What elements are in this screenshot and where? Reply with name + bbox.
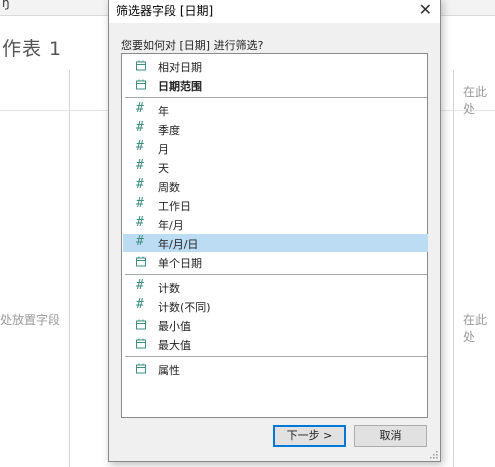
list-item-label: 最小值 <box>158 320 191 333</box>
calendar-icon <box>135 360 149 378</box>
list-item[interactable]: # 天 <box>123 158 428 176</box>
list-item[interactable]: # 年 <box>123 101 428 119</box>
list-item[interactable]: # 月 <box>123 139 428 157</box>
dialog-prompt: 您要如何对 [日期] 进行筛选? <box>121 39 264 52</box>
list-item[interactable]: # 工作日 <box>123 196 428 214</box>
hash-icon: # <box>136 278 144 293</box>
calendar-icon <box>135 335 149 353</box>
filter-field-dialog: 筛选器字段 [日期] ✕ 您要如何对 [日期] 进行筛选? 相对日期 日期范围 # 年… <box>108 0 441 462</box>
rows-drop-zone[interactable]: 处放置字段 <box>0 311 60 328</box>
list-item[interactable]: # 计数 <box>123 278 428 296</box>
list-item-label: 计数 <box>158 282 180 295</box>
list-item[interactable]: 单个日期 <box>123 253 428 271</box>
list-item[interactable]: # 计数(不同) <box>123 297 428 315</box>
list-item-label: 工作日 <box>158 200 191 213</box>
list-item-label: 最大值 <box>158 339 191 352</box>
toolbar-fragment: ŋ <box>2 0 10 10</box>
cancel-button[interactable]: 取消 <box>354 425 427 447</box>
view-divider-right <box>453 70 454 467</box>
hash-icon: # <box>136 101 144 116</box>
list-item[interactable]: # 季度 <box>123 120 428 138</box>
hash-icon: # <box>136 120 144 135</box>
list-item-label: 月 <box>158 143 169 156</box>
list-item[interactable]: 日期范围 <box>123 76 428 94</box>
hash-icon: # <box>136 234 144 249</box>
list-item-label: 季度 <box>158 124 180 137</box>
list-item-label: 单个日期 <box>158 257 202 270</box>
list-item-label: 年/月 <box>158 219 184 232</box>
calendar-icon <box>135 57 149 75</box>
list-item-label: 计数(不同) <box>158 301 211 314</box>
list-item[interactable]: # 年/月/日 <box>123 234 428 252</box>
view-divider-left <box>69 70 70 467</box>
hash-icon: # <box>136 297 144 312</box>
hash-icon: # <box>136 177 144 192</box>
list-separator <box>125 274 427 275</box>
hash-icon: # <box>136 158 144 173</box>
detail-drop-zone[interactable]: 在此处 <box>463 311 495 345</box>
filter-type-list[interactable]: 相对日期 日期范围 # 年 # 季度 # 月 # 天 # 周数 # 工作日 # 年/月 # 年/月/日 单个日期 # 计… <box>121 53 428 418</box>
next-button[interactable]: 下一步 > <box>273 425 346 447</box>
list-item-label: 周数 <box>158 181 180 194</box>
hash-icon: # <box>136 196 144 211</box>
dialog-titlebar[interactable]: 筛选器字段 [日期] ✕ <box>109 0 440 23</box>
dialog-title: 筛选器字段 [日期] <box>116 4 214 18</box>
list-item[interactable]: 最小值 <box>123 316 428 334</box>
hash-icon: # <box>136 215 144 230</box>
sheet-title: 作表 1 <box>2 38 63 60</box>
hash-icon: # <box>136 139 144 154</box>
list-item-label: 相对日期 <box>158 61 202 74</box>
calendar-icon <box>135 76 149 94</box>
list-item[interactable]: 属性 <box>123 360 428 378</box>
list-item-label: 天 <box>158 162 169 175</box>
list-item[interactable]: # 年/月 <box>123 215 428 233</box>
resize-grip-icon[interactable] <box>428 449 438 459</box>
list-item[interactable]: # 周数 <box>123 177 428 195</box>
list-item[interactable]: 相对日期 <box>123 57 428 75</box>
list-separator <box>125 97 427 98</box>
list-item[interactable]: 最大值 <box>123 335 428 353</box>
list-item-label: 属性 <box>158 364 180 377</box>
columns-drop-zone[interactable]: 在此处 <box>463 83 495 117</box>
list-separator <box>125 356 427 357</box>
close-icon[interactable]: ✕ <box>419 0 432 19</box>
list-item-label: 年/月/日 <box>158 238 199 251</box>
calendar-icon <box>135 316 149 334</box>
list-item-label: 日期范围 <box>158 80 202 93</box>
calendar-icon <box>135 253 149 271</box>
list-item-label: 年 <box>158 105 169 118</box>
